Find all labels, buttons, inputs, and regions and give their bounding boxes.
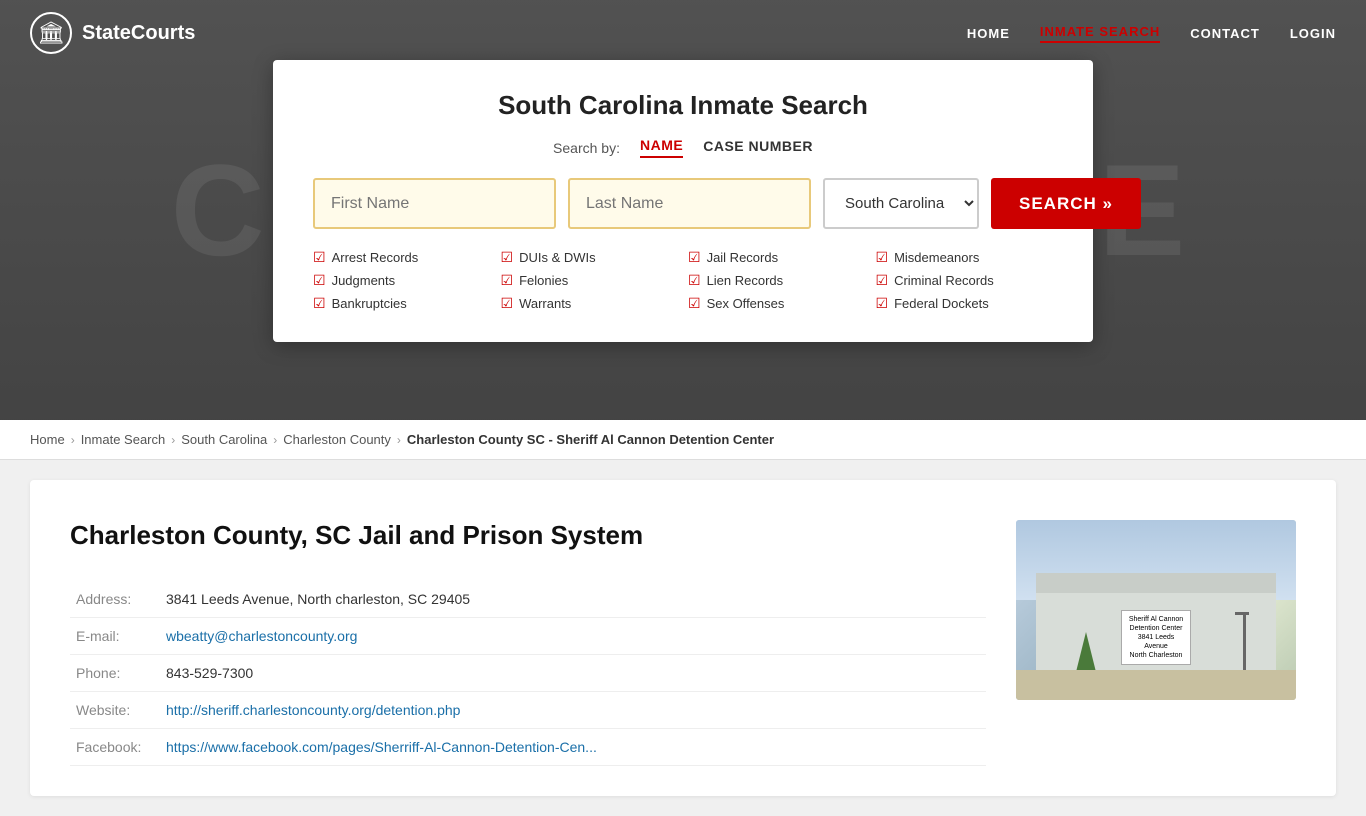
check-icon: ☑ — [688, 272, 701, 289]
website-link[interactable]: http://sheriff.charlestoncounty.org/dete… — [166, 702, 460, 718]
nav-links: HOME INMATE SEARCH CONTACT LOGIN — [967, 24, 1336, 43]
check-icon: ☑ — [313, 295, 326, 312]
search-form-row: South Carolina Alabama Alaska Arizona Fl… — [313, 178, 1053, 229]
info-table: Address: 3841 Leeds Avenue, North charle… — [70, 581, 986, 766]
checkbox-lien-records: ☑Lien Records — [688, 272, 866, 289]
checkbox-grid: ☑Arrest Records ☑DUIs & DWIs ☑Jail Recor… — [313, 249, 1053, 312]
breadcrumb-south-carolina[interactable]: South Carolina — [181, 432, 267, 447]
checkbox-warrants: ☑Warrants — [501, 295, 679, 312]
check-icon: ☑ — [501, 272, 514, 289]
search-button[interactable]: SEARCH » — [991, 178, 1141, 229]
nav-inmate-search[interactable]: INMATE SEARCH — [1040, 24, 1160, 43]
facility-img-inner: Sheriff Al CannonDetention Center3841 Le… — [1016, 520, 1296, 700]
website-row: Website: http://sheriff.charlestoncounty… — [70, 692, 986, 729]
check-icon: ☑ — [313, 249, 326, 266]
logo-text: StateCourts — [82, 22, 195, 45]
email-value: wbeatty@charlestoncounty.org — [160, 618, 986, 655]
checkbox-judgments: ☑Judgments — [313, 272, 491, 289]
phone-label: Phone: — [70, 655, 160, 692]
check-icon: ☑ — [688, 295, 701, 312]
email-row: E-mail: wbeatty@charlestoncounty.org — [70, 618, 986, 655]
first-name-input[interactable] — [313, 178, 556, 229]
website-value: http://sheriff.charlestoncounty.org/dete… — [160, 692, 986, 729]
address-value: 3841 Leeds Avenue, North charleston, SC … — [160, 581, 986, 618]
email-label: E-mail: — [70, 618, 160, 655]
facility-image: Sheriff Al CannonDetention Center3841 Le… — [1016, 520, 1296, 700]
breadcrumb-inmate-search[interactable]: Inmate Search — [81, 432, 166, 447]
facebook-label: Facebook: — [70, 729, 160, 766]
facebook-row: Facebook: https://www.facebook.com/pages… — [70, 729, 986, 766]
nav-login[interactable]: LOGIN — [1290, 26, 1336, 41]
breadcrumb-charleston-county[interactable]: Charleston County — [283, 432, 391, 447]
search-modal: South Carolina Inmate Search Search by: … — [273, 60, 1093, 342]
checkbox-felonies: ☑Felonies — [501, 272, 679, 289]
search-tabs: Search by: NAME CASE NUMBER — [313, 137, 1053, 158]
navbar: 🏛 StateCourts HOME INMATE SEARCH CONTACT… — [0, 0, 1366, 66]
breadcrumb-sep-4: › — [397, 433, 401, 447]
facility-info: Charleston County, SC Jail and Prison Sy… — [70, 520, 986, 766]
facebook-link[interactable]: https://www.facebook.com/pages/Sherriff-… — [166, 739, 597, 755]
search-by-label: Search by: — [553, 140, 620, 156]
breadcrumb-current: Charleston County SC - Sheriff Al Cannon… — [407, 432, 774, 447]
check-icon: ☑ — [313, 272, 326, 289]
main-content: Charleston County, SC Jail and Prison Sy… — [30, 480, 1336, 796]
last-name-input[interactable] — [568, 178, 811, 229]
ground — [1016, 670, 1296, 700]
checkbox-jail-records: ☑Jail Records — [688, 249, 866, 266]
nav-home[interactable]: HOME — [967, 26, 1010, 41]
website-label: Website: — [70, 692, 160, 729]
checkbox-duis-dwis: ☑DUIs & DWIs — [501, 249, 679, 266]
check-icon: ☑ — [688, 249, 701, 266]
checkbox-criminal-records: ☑Criminal Records — [876, 272, 1054, 289]
check-icon: ☑ — [876, 272, 889, 289]
hero-section: COURTHOUSE 🏛 StateCourts HOME INMATE SEA… — [0, 0, 1366, 420]
phone-value: 843-529-7300 — [160, 655, 986, 692]
breadcrumb-sep-1: › — [71, 433, 75, 447]
facility-sign: Sheriff Al CannonDetention Center3841 Le… — [1121, 610, 1191, 665]
check-icon: ☑ — [501, 249, 514, 266]
tab-case-button[interactable]: CASE NUMBER — [703, 138, 813, 157]
check-icon: ☑ — [501, 295, 514, 312]
phone-row: Phone: 843-529-7300 — [70, 655, 986, 692]
logo-icon: 🏛 — [30, 12, 72, 54]
address-row: Address: 3841 Leeds Avenue, North charle… — [70, 581, 986, 618]
check-icon: ☑ — [876, 249, 889, 266]
breadcrumb: Home › Inmate Search › South Carolina › … — [0, 420, 1366, 460]
breadcrumb-sep-2: › — [171, 433, 175, 447]
modal-title: South Carolina Inmate Search — [313, 90, 1053, 121]
email-link[interactable]: wbeatty@charlestoncounty.org — [166, 628, 357, 644]
lamppost — [1243, 612, 1246, 672]
breadcrumb-home[interactable]: Home — [30, 432, 65, 447]
nav-contact[interactable]: CONTACT — [1190, 26, 1260, 41]
facility-image-container: Sheriff Al CannonDetention Center3841 Le… — [1016, 520, 1296, 766]
checkbox-sex-offenses: ☑Sex Offenses — [688, 295, 866, 312]
facility-title: Charleston County, SC Jail and Prison Sy… — [70, 520, 986, 551]
facebook-value: https://www.facebook.com/pages/Sherriff-… — [160, 729, 986, 766]
address-label: Address: — [70, 581, 160, 618]
checkbox-federal-dockets: ☑Federal Dockets — [876, 295, 1054, 312]
check-icon: ☑ — [876, 295, 889, 312]
tab-name-button[interactable]: NAME — [640, 137, 683, 158]
logo[interactable]: 🏛 StateCourts — [30, 12, 195, 54]
checkbox-arrest-records: ☑Arrest Records — [313, 249, 491, 266]
breadcrumb-sep-3: › — [273, 433, 277, 447]
state-select[interactable]: South Carolina Alabama Alaska Arizona Fl… — [823, 178, 979, 229]
checkbox-bankruptcies: ☑Bankruptcies — [313, 295, 491, 312]
checkbox-misdemeanors: ☑Misdemeanors — [876, 249, 1054, 266]
